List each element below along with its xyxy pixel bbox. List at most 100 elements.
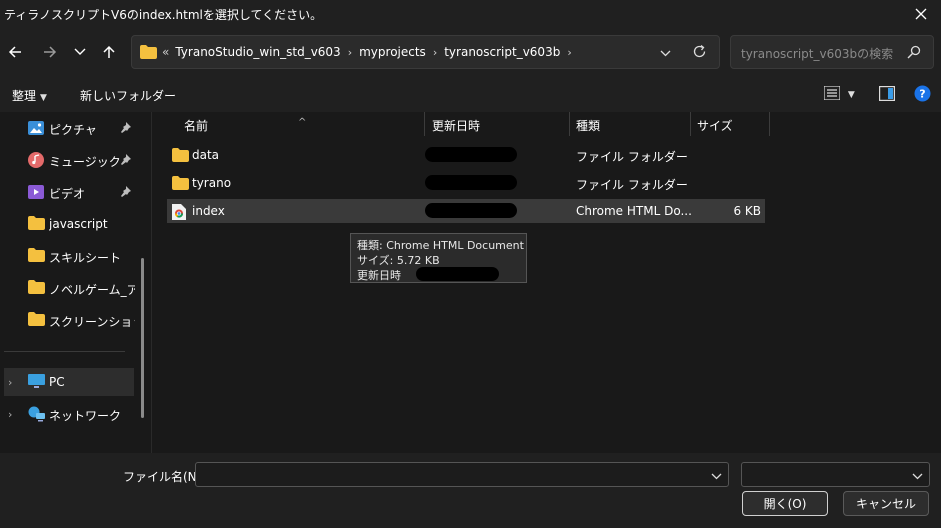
sidebar-item-label: ノベルゲーム_アイラ: [49, 283, 135, 297]
pin-icon[interactable]: [120, 186, 131, 200]
organize-button[interactable]: 整理 ▼: [12, 87, 47, 104]
chevron-right-icon[interactable]: ›: [348, 46, 352, 59]
column-divider[interactable]: [769, 112, 770, 136]
chevron-right-icon[interactable]: ›: [567, 46, 571, 59]
breadcrumb-item[interactable]: myprojects: [359, 45, 426, 59]
file-type: ファイル フォルダー: [576, 150, 688, 164]
pin-icon[interactable]: [120, 154, 131, 168]
column-divider[interactable]: [424, 112, 425, 136]
cancel-button[interactable]: キャンセル: [843, 491, 929, 516]
address-dropdown-chevron-icon[interactable]: [660, 46, 671, 60]
column-header-date[interactable]: 更新日時: [432, 117, 480, 134]
folder-icon: [28, 248, 45, 265]
folder-icon: [172, 148, 189, 165]
up-arrow-icon[interactable]: [97, 40, 121, 64]
file-row-selected[interactable]: index Chrome HTML Do... 6 KB: [167, 199, 765, 223]
sidebar-item-label: PC: [49, 375, 65, 389]
redacted-date: [425, 175, 517, 190]
sidebar-item-screenshots[interactable]: スクリーンショット: [4, 306, 135, 334]
help-icon: ?: [914, 85, 931, 102]
preview-pane-icon: [879, 86, 896, 102]
sidebar-item-javascript[interactable]: javascript: [4, 210, 134, 238]
navigation-pane: ピクチャ ミュージック ビデオ javascript スキルシート ノベルゲーム…: [0, 112, 152, 453]
column-header-type[interactable]: 種類: [576, 117, 600, 134]
sidebar-scrollbar[interactable]: [141, 258, 144, 418]
view-options-button[interactable]: ▼: [823, 85, 855, 103]
navigation-bar: « TyranoStudio_win_std_v603 › myprojects…: [0, 28, 941, 76]
file-name: data: [192, 148, 220, 162]
chevron-down-icon[interactable]: [711, 469, 722, 483]
sidebar-item-label: スクリーンショット: [49, 315, 135, 329]
breadcrumb-overflow[interactable]: «: [162, 45, 169, 59]
forward-arrow-icon[interactable]: [38, 40, 62, 64]
breadcrumb-item[interactable]: TyranoStudio_win_std_v603: [175, 45, 340, 59]
cancel-button-label: キャンセル: [855, 497, 916, 511]
file-name: index: [192, 204, 225, 218]
file-name: tyrano: [192, 176, 232, 190]
filetype-select[interactable]: [741, 462, 930, 487]
folder-icon: [172, 176, 189, 193]
chevron-right-icon[interactable]: ›: [433, 46, 437, 59]
sidebar-item-music[interactable]: ミュージック: [4, 146, 134, 174]
file-tooltip: 種類: Chrome HTML Document サイズ: 5.72 KB 更新…: [350, 233, 527, 283]
folder-icon: [140, 45, 157, 62]
open-button-label: 開く(O): [763, 497, 807, 511]
column-header-size[interactable]: サイズ: [697, 117, 733, 134]
redacted-date: [416, 267, 499, 281]
column-divider[interactable]: [690, 112, 691, 136]
title-bar: ティラノスクリプトV6のindex.htmlを選択してください。: [0, 0, 941, 28]
svg-text:?: ?: [919, 88, 925, 101]
music-icon: [28, 152, 44, 171]
file-row[interactable]: data ファイル フォルダー: [167, 143, 765, 167]
recent-locations-chevron-icon[interactable]: [68, 40, 92, 64]
column-header-name[interactable]: 名前: [184, 117, 208, 134]
folder-icon: [28, 216, 45, 233]
tooltip-size: サイズ: 5.72 KB: [357, 254, 440, 267]
pin-icon[interactable]: [120, 122, 131, 136]
breadcrumb: « TyranoStudio_win_std_v603 › myprojects…: [162, 45, 579, 59]
sidebar-item-pictures[interactable]: ピクチャ: [4, 114, 134, 142]
new-folder-label: 新しいフォルダー: [80, 89, 177, 103]
file-row[interactable]: tyrano ファイル フォルダー: [167, 171, 765, 195]
sidebar-item-skillsheet[interactable]: スキルシート: [4, 242, 134, 270]
organize-label: 整理: [12, 89, 37, 103]
breadcrumb-item[interactable]: tyranoscript_v603b: [444, 45, 560, 59]
expand-chevron-icon[interactable]: ›: [8, 408, 12, 421]
sidebar-item-network[interactable]: › ネットワーク: [4, 400, 134, 428]
search-input[interactable]: tyranoscript_v603bの検索: [741, 45, 893, 62]
sidebar-item-videos[interactable]: ビデオ: [4, 178, 134, 206]
sidebar-item-pc[interactable]: › PC: [4, 368, 134, 396]
preview-pane-button[interactable]: [879, 86, 896, 104]
filename-label: ファイル名(N):: [123, 470, 206, 484]
sidebar-divider: [4, 351, 125, 352]
help-button[interactable]: ?: [914, 85, 931, 105]
tooltip-type: 種類: Chrome HTML Document: [357, 239, 524, 252]
expand-chevron-icon[interactable]: ›: [8, 376, 12, 389]
search-icon[interactable]: [907, 45, 921, 62]
address-bar[interactable]: « TyranoStudio_win_std_v603 › myprojects…: [131, 35, 720, 69]
column-divider[interactable]: [569, 112, 570, 136]
sidebar-item-label: スキルシート: [49, 251, 122, 265]
command-bar: 整理 ▼ 新しいフォルダー ▼ ?: [0, 76, 941, 112]
close-icon[interactable]: [907, 2, 935, 26]
new-folder-button[interactable]: 新しいフォルダー: [80, 87, 176, 104]
chevron-down-icon[interactable]: [912, 469, 923, 483]
pc-icon: [28, 374, 45, 392]
sidebar-item-novelgame[interactable]: ノベルゲーム_アイラ: [4, 274, 135, 302]
redacted-date: [425, 147, 517, 162]
tooltip-date: 更新日時: [357, 269, 401, 282]
search-box[interactable]: tyranoscript_v603bの検索: [730, 35, 934, 69]
refresh-icon[interactable]: [692, 44, 707, 62]
file-type: Chrome HTML Do...: [576, 204, 692, 218]
folder-icon: [28, 280, 45, 297]
filename-field[interactable]: [195, 462, 729, 487]
redacted-date: [425, 203, 517, 218]
video-icon: [28, 184, 44, 203]
folder-icon: [28, 312, 45, 329]
list-view-icon: [823, 85, 841, 101]
caret-down-icon: ▼: [40, 93, 47, 103]
pictures-icon: [28, 120, 44, 139]
open-button[interactable]: 開く(O): [742, 491, 828, 516]
back-arrow-icon[interactable]: [3, 40, 27, 64]
sidebar-item-label: ネットワーク: [49, 409, 122, 423]
